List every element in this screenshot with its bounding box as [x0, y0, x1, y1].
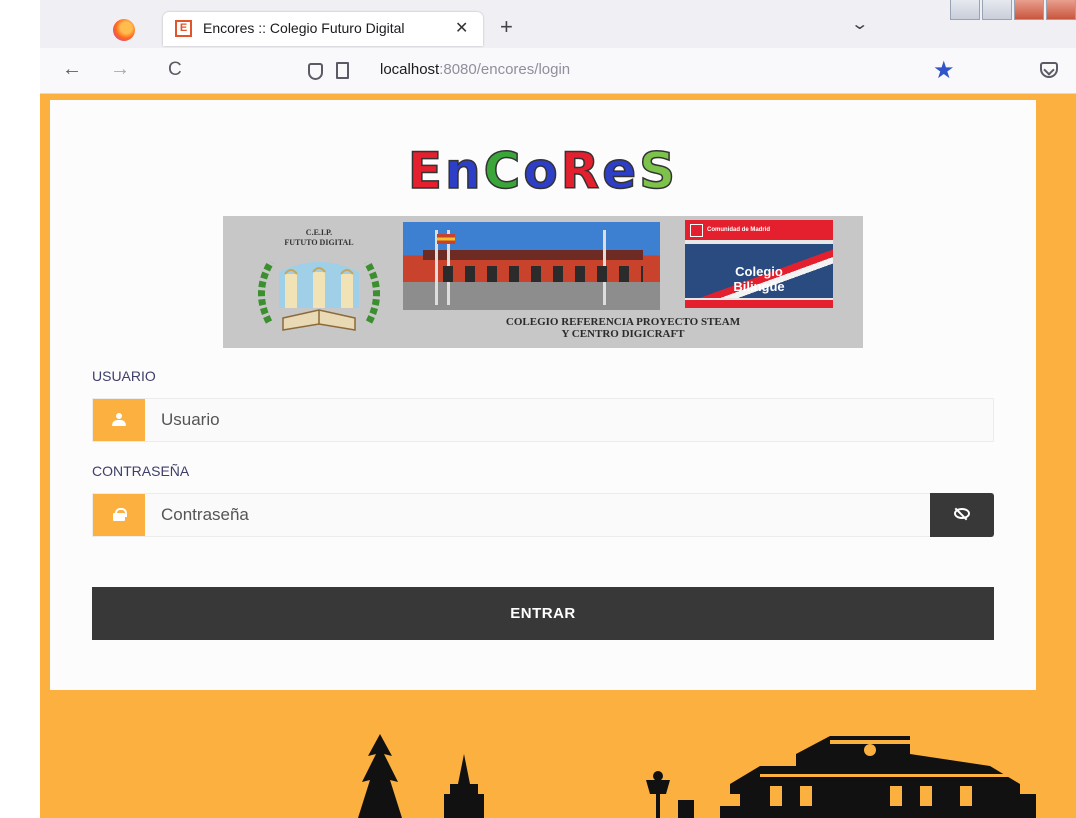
bilingual-text-line2: Bilingüe	[733, 279, 785, 294]
comunidad-label: Comunidad de Madrid	[685, 220, 833, 240]
back-arrow-icon[interactable]: ←	[62, 58, 82, 81]
logo-letter-5: e	[601, 141, 640, 201]
user-icon	[112, 413, 126, 426]
logo-letter-1: n	[444, 141, 484, 201]
bookmark-star-icon[interactable]: ★	[933, 56, 955, 85]
logo-letter-3: o	[523, 141, 561, 201]
browser-window: E Encores :: Colegio Futuro Digital ✕ + …	[0, 0, 1076, 818]
page-info-icon[interactable]	[336, 62, 349, 79]
school-banner: C.E.I.P. FUTUTO DIGITAL Comunidad de Mad…	[223, 216, 863, 348]
username-label: USUARIO	[92, 368, 156, 384]
url-host: localhost	[380, 61, 440, 78]
password-addon	[93, 494, 145, 536]
tab-title-fade	[403, 18, 453, 40]
caption-line-2: Y CENTRO DIGICRAFT	[561, 328, 685, 340]
password-input-group	[92, 493, 994, 537]
password-label: CONTRASEÑA	[92, 463, 190, 479]
encores-logo: EnCoReS	[50, 141, 1036, 201]
lock-icon	[113, 508, 127, 521]
url-path: :8080/encores/login	[439, 61, 571, 78]
browser-tab[interactable]: E Encores :: Colegio Futuro Digital ✕	[163, 12, 483, 46]
forward-arrow-icon[interactable]: →	[110, 58, 130, 81]
bilingual-school-badge: Comunidad de Madrid Colegio Bilingüe	[685, 220, 833, 308]
navigation-toolbar: ← → C localhost:8080/encores/login ★ ≡	[40, 48, 1076, 94]
logo-letter-6: S	[638, 141, 679, 201]
toggle-password-visibility-button[interactable]	[930, 493, 994, 537]
username-addon	[93, 399, 145, 441]
logo-letter-0: E	[407, 141, 446, 201]
url-bar[interactable]: localhost:8080/encores/login	[380, 61, 570, 78]
banner-caption: COLEGIO REFERENCIA PROYECTO STEAM Y CENTR…	[403, 316, 843, 340]
caption-line-1: COLEGIO REFERENCIA PROYECTO STEAM	[505, 316, 741, 328]
bilingual-footer-stripe	[685, 300, 833, 308]
login-card: EnCoReS C.E.I.P. FUTUTO DIGITAL Comunida…	[50, 100, 1036, 690]
bilingual-text: Colegio Bilingüe	[685, 264, 833, 294]
minimize-button[interactable]	[950, 0, 980, 20]
crest-emblem	[257, 260, 381, 331]
username-input-group	[92, 398, 994, 442]
school-building-photo	[403, 222, 660, 310]
window-edge	[0, 0, 40, 818]
maximize-button[interactable]	[982, 0, 1012, 20]
page-background: EnCoReS C.E.I.P. FUTUTO DIGITAL Comunida…	[40, 94, 1076, 818]
firefox-logo-icon[interactable]	[113, 19, 135, 41]
username-input[interactable]	[145, 399, 993, 441]
new-tab-button[interactable]: +	[500, 14, 513, 40]
logo-letter-2: C	[483, 141, 524, 201]
password-input[interactable]	[145, 494, 931, 536]
pocket-icon[interactable]	[1040, 62, 1058, 78]
window-close-button-2[interactable]	[1046, 0, 1076, 20]
tab-strip: E Encores :: Colegio Futuro Digital ✕ + …	[0, 0, 1076, 818]
logo-letter-4: R	[560, 141, 603, 201]
reload-icon[interactable]: C	[168, 59, 182, 81]
site-favicon-icon: E	[175, 20, 192, 37]
tracking-shield-icon[interactable]	[308, 63, 323, 80]
close-tab-icon[interactable]: ✕	[455, 18, 468, 38]
school-crest-image: C.E.I.P. FUTUTO DIGITAL	[239, 222, 399, 340]
bilingual-text-line1: Colegio	[735, 264, 783, 279]
eye-slash-icon	[954, 508, 970, 519]
login-button[interactable]: ENTRAR	[92, 587, 994, 640]
bilingual-panel: Colegio Bilingüe	[685, 244, 833, 298]
window-close-button[interactable]	[1014, 0, 1044, 20]
chevron-down-icon[interactable]: ⌄	[850, 14, 869, 34]
